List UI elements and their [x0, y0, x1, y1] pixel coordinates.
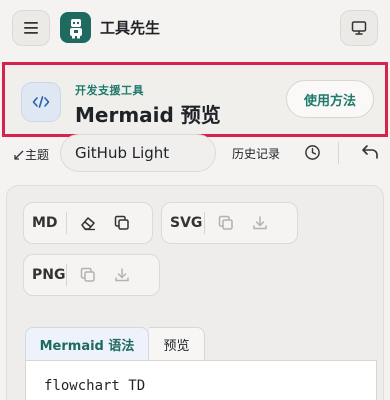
copy-icon	[114, 215, 129, 230]
md-export-group: MD	[23, 202, 153, 244]
clock-icon[interactable]	[304, 144, 321, 161]
mermaid-code-editor[interactable]: flowchart TD	[25, 360, 377, 400]
md-clear-button[interactable]	[75, 210, 101, 236]
page-title: Mermaid 预览	[75, 103, 221, 127]
top-bar: 工具先生	[0, 0, 390, 56]
copy-icon	[80, 267, 95, 282]
md-export-separator	[66, 212, 67, 234]
tool-icon-box	[21, 82, 61, 122]
app-brand-name[interactable]: 工具先生	[100, 17, 160, 38]
robot-logo-icon	[69, 18, 82, 38]
md-copy-button[interactable]	[109, 210, 135, 236]
expand-arrows-icon	[14, 150, 24, 160]
code-line: flowchart TD	[44, 378, 146, 394]
hamburger-menu-icon	[24, 22, 38, 34]
png-export-group: PNG	[23, 254, 160, 296]
theme-label: 主题	[14, 146, 49, 163]
md-export-label: MD	[32, 215, 58, 231]
menu-button[interactable]	[12, 10, 50, 46]
png-export-label: PNG	[32, 267, 66, 283]
theme-select[interactable]: GitHub Light	[60, 134, 216, 172]
svg-download-button[interactable]	[247, 210, 273, 236]
editor-panel: MD SVG PNG Mermaid 语法 预览 flowchart TD	[6, 185, 384, 400]
undo-icon[interactable]	[361, 143, 379, 161]
tab-mermaid-syntax[interactable]: Mermaid 语法	[25, 327, 149, 361]
png-export-separator	[66, 264, 67, 286]
svg-export-group: SVG	[161, 202, 298, 244]
toolbar-divider	[338, 142, 339, 164]
png-copy-button[interactable]	[75, 262, 101, 288]
tab-preview[interactable]: 预览	[149, 327, 205, 361]
display-mode-button[interactable]	[340, 10, 378, 46]
theme-label-text: 主题	[25, 148, 50, 162]
eraser-icon	[81, 217, 95, 231]
svg-copy-button[interactable]	[213, 210, 239, 236]
app-logo[interactable]	[60, 12, 91, 43]
download-icon	[115, 268, 129, 282]
svg-export-separator	[204, 212, 205, 234]
monitor-icon	[351, 21, 367, 35]
code-brackets-icon	[32, 96, 50, 108]
svg-export-label: SVG	[170, 215, 203, 231]
usage-button[interactable]: 使用方法	[286, 80, 374, 118]
tool-header: 开发支援工具 Mermaid 预览 使用方法	[2, 62, 388, 137]
history-label: 历史记录	[232, 147, 281, 161]
png-download-button[interactable]	[109, 262, 135, 288]
tool-category: 开发支援工具	[75, 84, 144, 97]
download-icon	[253, 216, 267, 230]
copy-icon	[218, 215, 233, 230]
